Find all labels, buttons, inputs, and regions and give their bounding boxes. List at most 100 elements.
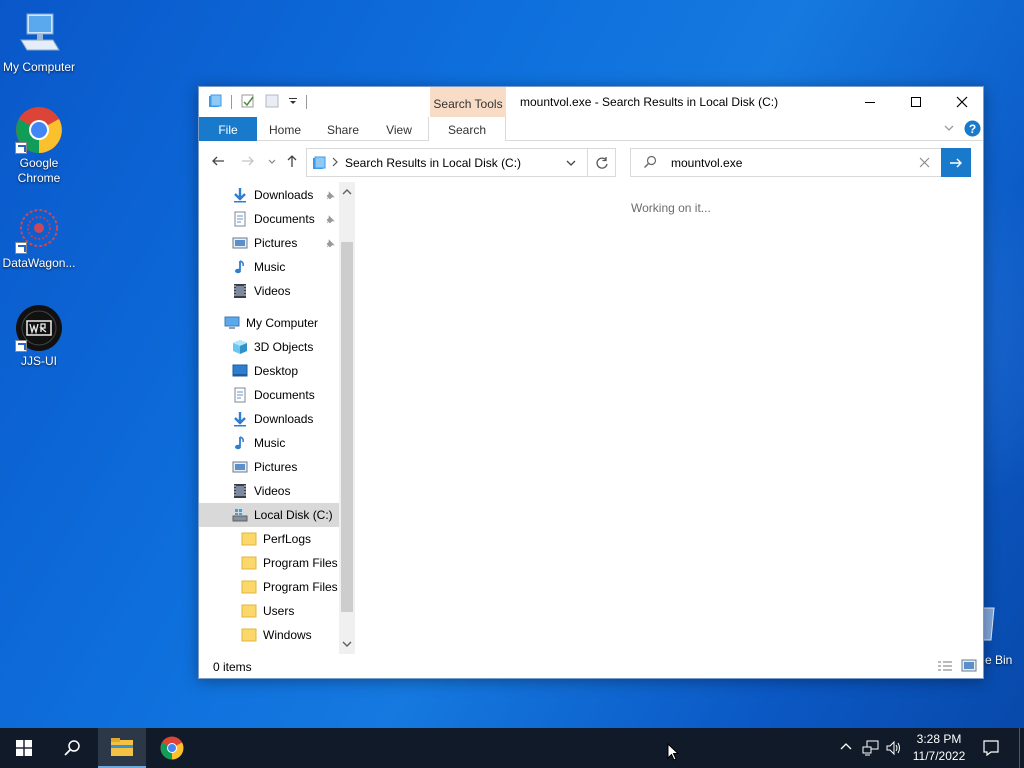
- nav-item-downloads[interactable]: Downloads: [199, 183, 339, 207]
- search-input[interactable]: mountvol.exe: [671, 156, 742, 170]
- file-list-area[interactable]: Working on it...: [356, 182, 983, 654]
- ribbon-tabs: File Home Share View Search ?: [199, 117, 983, 141]
- videos-icon: [232, 483, 248, 499]
- nav-item-music-pc[interactable]: Music: [199, 431, 339, 455]
- start-button[interactable]: [0, 728, 48, 768]
- desktop-icon-google-chrome[interactable]: Google Chrome: [0, 106, 78, 186]
- nav-folder-perflogs[interactable]: PerfLogs: [199, 527, 339, 551]
- nav-item-local-disk[interactable]: Local Disk (C:): [199, 503, 339, 527]
- chrome-icon: [15, 106, 63, 154]
- arrow-right-icon: [242, 156, 254, 166]
- nav-folder-windows[interactable]: Windows: [199, 623, 339, 647]
- forward-button[interactable]: [239, 152, 257, 170]
- taskbar-chrome[interactable]: [148, 728, 196, 768]
- clear-search-button[interactable]: [919, 157, 930, 171]
- download-icon: [232, 411, 248, 427]
- up-button[interactable]: [283, 152, 301, 170]
- separator: [306, 95, 307, 109]
- large-icons-view-button[interactable]: [961, 659, 977, 675]
- nav-item-label: Program Files: [263, 556, 338, 570]
- search-box[interactable]: mountvol.exe: [630, 148, 942, 177]
- shortcut-arrow-icon: [15, 340, 27, 352]
- show-desktop-button[interactable]: [1019, 728, 1020, 768]
- nav-item-label: Users: [263, 604, 295, 618]
- breadcrumb-chevron-icon[interactable]: [331, 155, 339, 172]
- desktop-icon-my-computer[interactable]: My Computer: [0, 10, 78, 75]
- refresh-button[interactable]: [595, 156, 609, 173]
- nav-folder-program-files-x86[interactable]: Program Files (: [199, 575, 345, 599]
- large-icons-view-icon: [961, 659, 977, 672]
- tab-share[interactable]: Share: [317, 117, 369, 141]
- minimize-button[interactable]: [847, 87, 893, 117]
- taskbar-clock[interactable]: 3:28 PM 11/7/2022: [902, 731, 976, 765]
- notification-icon: [983, 740, 999, 757]
- pin-icon[interactable]: [325, 214, 335, 224]
- datawagon-icon: [15, 206, 63, 254]
- nav-item-pictures-pc[interactable]: Pictures: [199, 455, 339, 479]
- pin-icon[interactable]: [325, 238, 335, 248]
- chevron-up-icon: [840, 743, 852, 750]
- computer-icon: [15, 10, 63, 58]
- close-icon: [919, 157, 930, 168]
- nav-item-label: Windows: [263, 628, 312, 642]
- clock-date: 11/7/2022: [912, 749, 966, 763]
- search-icon: [64, 740, 80, 756]
- nav-item-music[interactable]: Music: [199, 255, 339, 279]
- nav-item-documents[interactable]: Documents: [199, 207, 339, 231]
- navigation-pane[interactable]: Downloads Documents Pictures Music Video…: [199, 182, 355, 654]
- help-button[interactable]: ?: [964, 120, 981, 140]
- search-icon: [643, 155, 657, 172]
- show-hidden-icons-button[interactable]: [840, 741, 852, 756]
- nav-item-my-computer[interactable]: My Computer: [199, 311, 339, 335]
- recent-locations-button[interactable]: [263, 152, 281, 170]
- properties-icon[interactable]: [240, 93, 256, 112]
- address-bar[interactable]: Search Results in Local Disk (C:): [306, 148, 616, 177]
- desktop-icon-jjs-ui[interactable]: JJS-UI: [0, 304, 78, 369]
- nav-item-videos-pc[interactable]: Videos: [199, 479, 339, 503]
- nav-item-label: Music: [254, 436, 286, 450]
- desktop-icon-datawagon[interactable]: DataWagon...: [0, 206, 78, 271]
- expand-ribbon-button[interactable]: [943, 122, 955, 137]
- nav-item-label: Downloads: [254, 188, 314, 202]
- nav-item-3d-objects[interactable]: 3D Objects: [199, 335, 339, 359]
- close-button[interactable]: [939, 87, 985, 117]
- action-center-button[interactable]: [982, 739, 1000, 760]
- nav-item-downloads-pc[interactable]: Downloads: [199, 407, 339, 431]
- title-bar[interactable]: Search Tools mountvol.exe - Search Resul…: [199, 87, 985, 118]
- volume-icon[interactable]: [885, 739, 903, 760]
- nav-item-pictures[interactable]: Pictures: [199, 231, 339, 255]
- tab-search[interactable]: Search: [428, 117, 506, 141]
- scrollbar-thumb[interactable]: [341, 242, 353, 612]
- taskbar-file-explorer[interactable]: [98, 728, 146, 768]
- customize-qat-icon[interactable]: [288, 95, 298, 109]
- nav-item-label: 3D Objects: [254, 340, 314, 354]
- folder-icon: [241, 531, 257, 547]
- nav-item-desktop[interactable]: Desktop: [199, 359, 339, 383]
- arrow-left-icon: [212, 156, 224, 166]
- folder-icon: [241, 627, 257, 643]
- nav-item-label: Pictures: [254, 236, 298, 250]
- tab-file[interactable]: File: [199, 117, 257, 141]
- nav-folder-users[interactable]: Users: [199, 599, 339, 623]
- network-icon[interactable]: [862, 739, 880, 760]
- maximize-icon: [911, 97, 921, 107]
- pin-icon[interactable]: [325, 190, 335, 200]
- address-dropdown-button[interactable]: [565, 157, 577, 172]
- back-button[interactable]: [209, 152, 227, 170]
- nav-item-videos[interactable]: Videos: [199, 279, 339, 303]
- tab-view[interactable]: View: [375, 117, 423, 141]
- windows-logo-icon: [16, 740, 32, 756]
- tab-home[interactable]: Home: [259, 117, 311, 141]
- scroll-up-button[interactable]: [339, 184, 355, 200]
- new-folder-icon[interactable]: [264, 93, 280, 112]
- nav-item-documents-pc[interactable]: Documents: [199, 383, 339, 407]
- search-go-button[interactable]: [941, 148, 971, 177]
- details-view-button[interactable]: [937, 660, 953, 675]
- chrome-icon: [160, 736, 184, 760]
- taskbar-search-button[interactable]: [48, 728, 96, 768]
- file-explorer-window[interactable]: Search Tools mountvol.exe - Search Resul…: [198, 86, 984, 679]
- maximize-button[interactable]: [893, 87, 939, 117]
- nav-folder-program-files[interactable]: Program Files: [199, 551, 339, 575]
- nav-pane-scrollbar[interactable]: [339, 182, 355, 654]
- scroll-down-button[interactable]: [339, 636, 355, 652]
